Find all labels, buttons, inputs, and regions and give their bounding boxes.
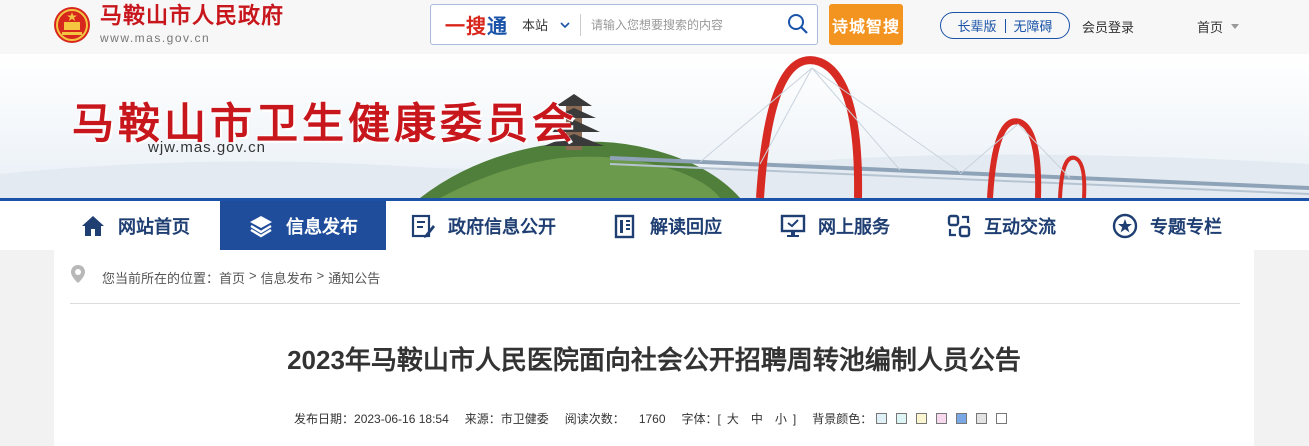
exchange-icon: [947, 214, 971, 237]
search-input[interactable]: [591, 17, 782, 32]
breadcrumb-notices[interactable]: 通知公告: [328, 268, 380, 287]
background-swatch-4[interactable]: [936, 413, 948, 424]
background-swatch-3[interactable]: [916, 413, 928, 424]
monitor-icon: [780, 214, 806, 237]
chevron-down-icon: [560, 21, 570, 28]
top-bar: 马鞍山市人民政府 www.mas.gov.cn 一搜通 本站 诗城智搜 长辈版 …: [0, 0, 1309, 54]
nav-item-label: 互动交流: [984, 216, 1056, 237]
nav-item-interpretation[interactable]: 解读回应: [612, 201, 722, 250]
background-color-label: 背景颜色：: [812, 412, 873, 426]
search-brand-part1: 一搜: [445, 16, 487, 38]
font-bracket-open: [: [717, 411, 721, 426]
search-brand-part2: 通: [487, 16, 508, 38]
views-count: 1760: [638, 411, 666, 426]
nav-item-label: 网站首页: [118, 216, 190, 237]
breadcrumb-home[interactable]: 首页: [219, 268, 245, 287]
article-title: 2023年马鞍山市人民医院面向社会公开招聘周转池编制人员公告: [287, 345, 1021, 375]
font-small-button[interactable]: 小: [775, 410, 787, 427]
department-url: wjw.mas.gov.cn: [148, 139, 266, 156]
background-swatch-2[interactable]: [896, 413, 908, 424]
search-box: 一搜通 本站: [430, 4, 818, 45]
source-value: 市卫健委: [500, 412, 549, 426]
pill-divider: [1004, 18, 1006, 33]
publish-date-label: 发布日期：: [294, 412, 355, 426]
nav-item-home[interactable]: 网站首页: [80, 201, 190, 250]
home-dropdown[interactable]: 首页: [1197, 17, 1240, 36]
accessible-mode-link[interactable]: 无障碍: [1014, 16, 1053, 35]
home-icon: [82, 215, 104, 236]
breadcrumb: 您当前所在的位置： 首页 > 信息发布 > 通知公告: [70, 265, 1240, 304]
search-scope-select[interactable]: 本站: [522, 15, 570, 34]
nav-item-info-release[interactable]: 信息发布: [220, 201, 386, 250]
views-label: 阅读次数：: [564, 412, 625, 426]
nav-item-label: 政府信息公开: [448, 216, 556, 237]
nav-item-interaction[interactable]: 互动交流: [946, 201, 1056, 250]
breadcrumb-info-release[interactable]: 信息发布: [261, 268, 313, 287]
gov-logo[interactable]: 马鞍山市人民政府 www.mas.gov.cn: [52, 3, 284, 45]
gov-site-url: www.mas.gov.cn: [100, 31, 211, 45]
nav-item-label: 网上服务: [818, 216, 890, 237]
document-edit-icon: [411, 214, 435, 238]
background-swatches: [876, 413, 1016, 424]
main-nav: 网站首页 信息发布 政府信息公开 解读回应 网上服务 互动交流 专题专栏: [0, 198, 1309, 250]
star-icon: [1112, 213, 1138, 238]
search-divider: [580, 13, 582, 36]
book-icon: [614, 214, 635, 238]
nav-item-online-service[interactable]: 网上服务: [780, 201, 890, 250]
search-icon[interactable]: [787, 13, 809, 35]
accessibility-switch: 长辈版 无障碍: [940, 12, 1070, 39]
background-swatch-7[interactable]: [996, 413, 1008, 424]
article-meta: 发布日期： 2023-06-16 18:54 来源： 市卫健委 阅读次数： 17…: [294, 410, 1016, 427]
breadcrumb-prefix: 您当前所在的位置：: [102, 271, 220, 286]
breadcrumb-separator: >: [249, 268, 257, 283]
search-brand: 一搜通: [445, 10, 508, 39]
background-swatch-5[interactable]: [956, 413, 968, 424]
publish-date: 2023-06-16 18:54: [354, 411, 449, 426]
article-container: 您当前所在的位置： 首页 > 信息发布 > 通知公告 2023年马鞍山市人民医院…: [54, 250, 1254, 446]
background-swatch-1[interactable]: [876, 413, 888, 424]
search-scope-label: 本站: [522, 18, 549, 33]
font-bracket-close: ]: [792, 411, 797, 426]
home-dropdown-label: 首页: [1197, 20, 1224, 35]
layers-icon: [250, 215, 272, 237]
member-login-link[interactable]: 会员登录: [1082, 17, 1134, 36]
location-pin-icon: [71, 265, 85, 283]
caret-down-icon: [1231, 24, 1240, 29]
source-label: 来源：: [464, 412, 501, 426]
nav-item-label: 解读回应: [650, 216, 722, 237]
poem-search-button[interactable]: 诗城智搜: [829, 4, 903, 45]
font-medium-button[interactable]: 中: [751, 410, 763, 427]
breadcrumb-separator: >: [316, 268, 325, 283]
banner: 马鞍山市卫生健康委员会 wjw.mas.gov.cn: [0, 54, 1309, 198]
elder-mode-link[interactable]: 长辈版: [957, 16, 996, 35]
nav-item-gov-info[interactable]: 政府信息公开: [410, 201, 556, 250]
gov-site-name: 马鞍山市人民政府: [100, 3, 285, 28]
font-size-label: 字体：: [681, 412, 718, 426]
nav-item-special-topics[interactable]: 专题专栏: [1112, 201, 1222, 250]
nav-item-label: 信息发布: [286, 216, 358, 237]
font-large-button[interactable]: 大: [727, 410, 739, 427]
nav-item-label: 专题专栏: [1150, 216, 1222, 237]
national-emblem-icon: [54, 7, 90, 43]
background-swatch-6[interactable]: [976, 413, 988, 424]
